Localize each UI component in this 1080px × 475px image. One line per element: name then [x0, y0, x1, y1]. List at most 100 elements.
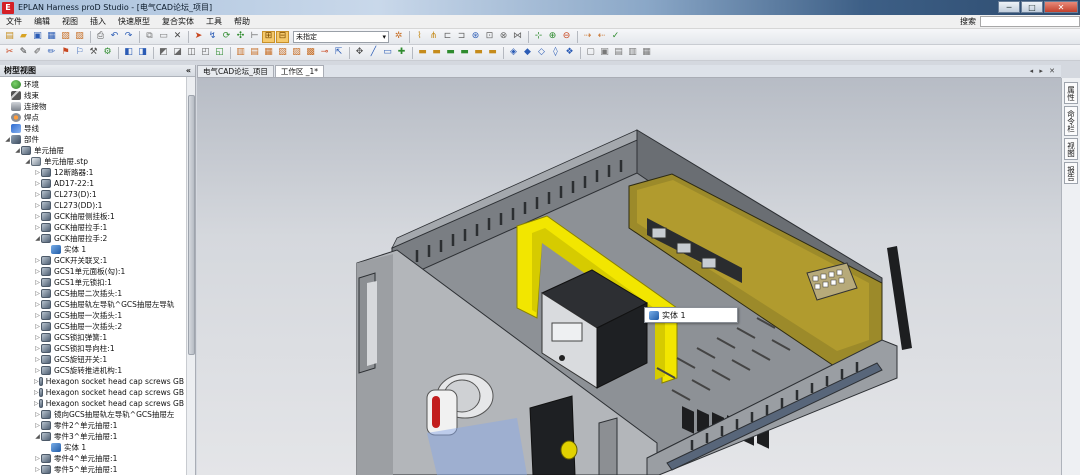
- rotate-icon[interactable]: ⟳: [220, 31, 233, 43]
- tree-expander-icon[interactable]: ▷: [34, 268, 41, 275]
- tree-expander-icon[interactable]: ▷: [34, 279, 41, 286]
- tree-item[interactable]: ▷ 零件5^单元抽屉:1: [0, 464, 184, 475]
- bar4-icon[interactable]: ▬: [458, 47, 471, 59]
- menu-file[interactable]: 文件: [0, 16, 28, 27]
- copy-icon[interactable]: ⧉: [143, 31, 156, 43]
- point-icon[interactable]: ⊹: [532, 31, 545, 43]
- tree-item[interactable]: ▷ GCS旋钮开关:1: [0, 354, 184, 365]
- connector3-icon[interactable]: ▦: [262, 47, 275, 59]
- tree-expander-icon[interactable]: ▷: [34, 323, 41, 330]
- tree-scrollbar[interactable]: [186, 77, 195, 475]
- tree-item[interactable]: ▷ GCK抽屉侧挂板:1: [0, 211, 184, 222]
- tab-project[interactable]: 电气CAD论坛_项目: [197, 65, 274, 77]
- menu-prototype[interactable]: 快速原型: [112, 16, 156, 27]
- save-all-icon[interactable]: ▦: [45, 31, 58, 43]
- arrow-icon[interactable]: ⇱: [332, 47, 345, 59]
- menu-edit[interactable]: 编辑: [28, 16, 56, 27]
- shape3-icon[interactable]: ◫: [185, 47, 198, 59]
- tab-workspace[interactable]: 工作区 _1*: [274, 65, 325, 77]
- display5-icon[interactable]: ▦: [640, 47, 653, 59]
- tree-expander-icon[interactable]: ▷: [34, 455, 41, 462]
- tree-item[interactable]: ▷ Hexagon socket head cap screws GB: [0, 398, 184, 409]
- tag-icon[interactable]: ⚑: [59, 47, 72, 59]
- shape4-icon[interactable]: ◰: [199, 47, 212, 59]
- 3d-viewport[interactable]: 实体 1: [197, 78, 1061, 475]
- rect-icon[interactable]: ▭: [381, 47, 394, 59]
- collapse-panel-icon[interactable]: «: [186, 66, 191, 75]
- pen-icon[interactable]: ✎: [17, 47, 30, 59]
- splice-icon[interactable]: ⊗: [497, 31, 510, 43]
- new-icon[interactable]: ▤: [3, 31, 16, 43]
- tree-item[interactable]: 实体 1: [0, 244, 184, 255]
- line-icon[interactable]: ╱: [367, 47, 380, 59]
- print-icon[interactable]: ⎙: [94, 31, 107, 43]
- bar6-icon[interactable]: ▬: [486, 47, 499, 59]
- display1-icon[interactable]: ▢: [584, 47, 597, 59]
- tab-navigation-icons[interactable]: ◂ ▸ ✕: [1030, 67, 1057, 75]
- tree-item[interactable]: ▷ GCK抽屉拉手:1: [0, 222, 184, 233]
- connector2-icon[interactable]: ▤: [248, 47, 261, 59]
- pin-icon[interactable]: ⊸: [318, 47, 331, 59]
- bar3-icon[interactable]: ▬: [444, 47, 457, 59]
- dock-tab-reports[interactable]: 报告: [1064, 162, 1078, 184]
- tree-item[interactable]: ◢ 部件: [0, 134, 184, 145]
- cylinder-icon[interactable]: ◨: [136, 47, 149, 59]
- tree-item[interactable]: ▷ GCS抽屉轨左导轨^GCS抽屉左导轨: [0, 299, 184, 310]
- tree-item[interactable]: ▷ CL273(D):1: [0, 189, 184, 200]
- front-right-handle[interactable]: [598, 417, 618, 475]
- tree-expander-icon[interactable]: ▷: [34, 466, 41, 473]
- dock-tab-properties[interactable]: 属性: [1064, 82, 1078, 104]
- tool-icon[interactable]: ⚒: [87, 47, 100, 59]
- tree-expander-icon[interactable]: ▷: [34, 213, 41, 220]
- menu-view[interactable]: 视图: [56, 16, 84, 27]
- menu-composite[interactable]: 复合实体: [156, 16, 200, 27]
- tree-item[interactable]: ▷ 零件2^单元抽屉:1: [0, 420, 184, 431]
- view2-icon[interactable]: ◆: [521, 47, 534, 59]
- bar1-icon[interactable]: ▬: [416, 47, 429, 59]
- tree-item[interactable]: ▷ 零件4^单元抽屉:1: [0, 453, 184, 464]
- tree-expander-icon[interactable]: ▷: [34, 191, 41, 198]
- tree-item[interactable]: 导线: [0, 123, 184, 134]
- menu-tools[interactable]: 工具: [200, 16, 228, 27]
- move-icon[interactable]: ✥: [353, 47, 366, 59]
- cut-icon[interactable]: ✂: [3, 47, 16, 59]
- tree-item[interactable]: ▷ GCS锁扣导向柱:1: [0, 343, 184, 354]
- pencil-icon[interactable]: ✐: [31, 47, 44, 59]
- check-icon[interactable]: ✓: [609, 31, 622, 43]
- clip-icon[interactable]: ⊏: [441, 31, 454, 43]
- tree-expander-icon[interactable]: ▷: [34, 400, 39, 407]
- export-icon[interactable]: ▨: [73, 31, 86, 43]
- tree-item[interactable]: ▷ GCS1单元锁扣:1: [0, 277, 184, 288]
- tree-expander-icon[interactable]: ▷: [34, 345, 41, 352]
- tree-item[interactable]: ◢ 单元抽屉.stp: [0, 156, 184, 167]
- tree-item[interactable]: ▷ 镜向GCS抽屉轨左导轨^GCS抽屉左: [0, 409, 184, 420]
- tree-expander-icon[interactable]: ▷: [34, 411, 41, 418]
- tree-item[interactable]: ▷ GCS抽屉一次插头:2: [0, 321, 184, 332]
- connector6-icon[interactable]: ▩: [304, 47, 317, 59]
- tree-scrollbar-thumb[interactable]: [188, 95, 195, 355]
- tree-expander-icon[interactable]: ▷: [34, 356, 41, 363]
- display3-icon[interactable]: ▤: [612, 47, 625, 59]
- display4-icon[interactable]: ▥: [626, 47, 639, 59]
- part-icon[interactable]: ⚙: [101, 47, 114, 59]
- tree-item[interactable]: ▷ CL273(DD):1: [0, 200, 184, 211]
- view4-icon[interactable]: ◊: [549, 47, 562, 59]
- tree-expander-icon[interactable]: ▷: [34, 257, 41, 264]
- view3-icon[interactable]: ◇: [535, 47, 548, 59]
- tree-item[interactable]: ▷ Hexagon socket head cap screws GB: [0, 376, 184, 387]
- snap-icon[interactable]: ✣: [234, 31, 247, 43]
- point-move-icon[interactable]: ⊕: [546, 31, 559, 43]
- box-icon[interactable]: ◧: [122, 47, 135, 59]
- tree-item[interactable]: ◢ GCK抽屉拉手:2: [0, 233, 184, 244]
- tree-expander-icon[interactable]: ◢: [24, 158, 31, 165]
- tree-item[interactable]: 连接物: [0, 101, 184, 112]
- settings-icon[interactable]: ✲: [392, 31, 405, 43]
- tree-expander-icon[interactable]: ▷: [34, 224, 41, 231]
- point-add-icon[interactable]: ✚: [395, 47, 408, 59]
- connect-icon[interactable]: ⇢: [581, 31, 594, 43]
- point-delete-icon[interactable]: ⊖: [560, 31, 573, 43]
- tree-expander-icon[interactable]: ▷: [34, 301, 41, 308]
- menu-insert[interactable]: 插入: [84, 16, 112, 27]
- undo-icon[interactable]: ↶: [108, 31, 121, 43]
- layer-select[interactable]: 未指定 ▾: [293, 30, 389, 43]
